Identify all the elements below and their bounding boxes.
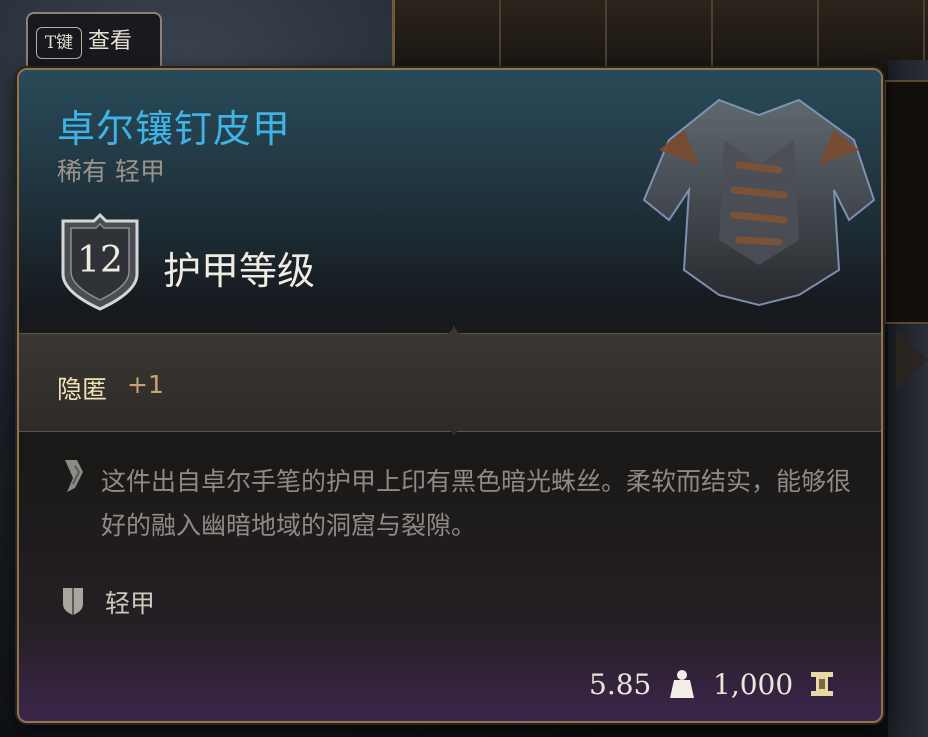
game-scene: T键 查看 卓尔镶钉皮甲 稀有 轻甲 12 护甲等级 隐匿 +1 这件出自卓尔手…: [0, 0, 928, 737]
light-armor-icon: [63, 588, 83, 615]
inventory-slot[interactable]: [501, 0, 607, 70]
item-weight: 5.85: [589, 668, 652, 701]
item-price: 1,000: [713, 668, 794, 701]
examine-label: 查看: [88, 29, 133, 54]
lore-quill-icon: [65, 460, 83, 492]
keybind-badge: T键: [36, 27, 82, 59]
background-panel-frame: [884, 80, 928, 324]
armor-class-value: 12: [77, 240, 123, 281]
divider-notch: [439, 425, 469, 437]
item-description: 这件出自卓尔手笔的护甲上印有黑色暗光蛛丝。柔软而结实，能够很好的融入幽暗地域的洞…: [101, 467, 852, 540]
examine-hint[interactable]: T键 查看: [26, 12, 162, 72]
inventory-slot[interactable]: [395, 0, 501, 70]
item-name: 卓尔镶钉皮甲: [57, 107, 292, 151]
inventory-slot[interactable]: [713, 0, 819, 70]
weight-icon: [670, 670, 694, 698]
divider-notch: [439, 325, 469, 337]
skill-bonus: +1: [127, 370, 164, 399]
item-rarity-type: 稀有 轻甲: [57, 157, 165, 186]
armor-type: 轻甲: [105, 589, 156, 618]
armor-class-label: 护甲等级: [163, 249, 316, 293]
leather-armor-icon: [642, 98, 876, 307]
skill-name: 隐匿: [57, 375, 108, 404]
inventory-slot[interactable]: [607, 0, 713, 70]
gold-coin-icon: [811, 672, 833, 696]
item-tooltip: 卓尔镶钉皮甲 稀有 轻甲 12 护甲等级 隐匿 +1 这件出自卓尔手笔的护甲上印…: [17, 68, 883, 723]
